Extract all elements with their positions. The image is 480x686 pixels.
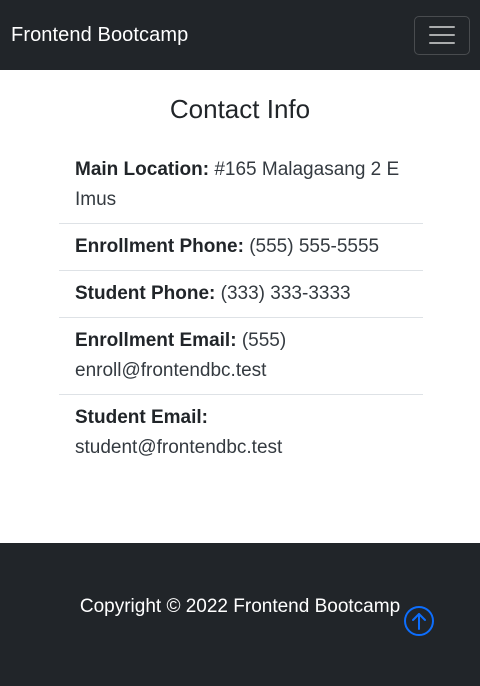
hamburger-menu-icon xyxy=(429,42,455,44)
contact-item-label: Main Location: xyxy=(75,159,215,180)
contact-item-label: Student Email: xyxy=(75,407,209,428)
hamburger-menu-icon xyxy=(429,34,455,36)
contact-item-value: (333) 333-3333 xyxy=(220,283,351,304)
contact-item-value: student@frontendbc.test xyxy=(75,437,283,458)
contact-item-student-phone: Student Phone: (333) 333-3333 xyxy=(59,271,423,318)
contact-list: Main Location: #165 Malagasang 2 E Imus … xyxy=(59,147,423,471)
contact-item-enrollment-phone: Enrollment Phone: (555) 555-5555 xyxy=(59,224,423,271)
contact-item-label: Student Phone: xyxy=(75,283,221,304)
contact-item-enrollment-email: Enrollment Email: (555) enroll@frontendb… xyxy=(59,318,423,395)
contact-title: Contact Info xyxy=(169,94,311,124)
arrow-up-circle-icon xyxy=(404,606,434,636)
back-to-top-button[interactable] xyxy=(403,605,435,637)
navbar-brand[interactable]: Frontend Bootcamp xyxy=(11,24,188,47)
hamburger-menu-icon xyxy=(429,26,455,28)
contact-item-student-email: Student Email: student@frontendbc.test xyxy=(59,395,423,471)
contact-item-value: (555) 555-5555 xyxy=(249,236,380,257)
footer: Copyright © 2022 Frontend Bootcamp xyxy=(0,543,480,686)
contact-item-label: Enrollment Phone: xyxy=(75,236,250,257)
navbar: Frontend Bootcamp xyxy=(0,0,480,70)
navbar-toggler-button[interactable] xyxy=(414,15,470,55)
contact-section: Contact Info Main Location: #165 Malagas… xyxy=(0,70,480,543)
contact-item-main-location: Main Location: #165 Malagasang 2 E Imus xyxy=(59,147,423,224)
contact-item-label: Enrollment Email: xyxy=(75,330,242,351)
